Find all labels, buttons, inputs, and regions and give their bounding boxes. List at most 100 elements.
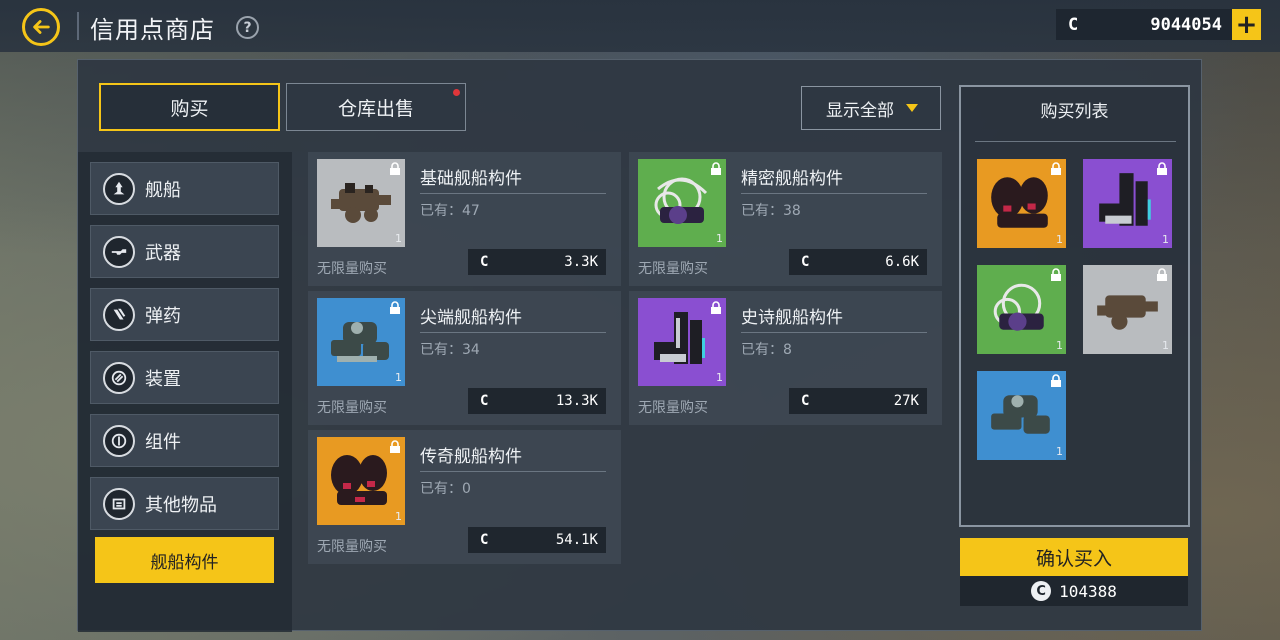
- tab-warehouse-sell[interactable]: 仓库出售: [286, 83, 466, 131]
- credit-icon: C: [1068, 14, 1079, 35]
- item-quantity: 1: [1056, 339, 1063, 352]
- back-button[interactable]: [22, 8, 60, 46]
- item-card-advanced[interactable]: 1 尖端舰船构件 已有：34 无限量购买 C 13.3K: [308, 291, 621, 425]
- credit-icon: C: [801, 254, 810, 270]
- cart-item-advanced[interactable]: 1: [977, 371, 1066, 460]
- notification-dot: [453, 89, 460, 96]
- credit-icon: C: [480, 532, 489, 548]
- item-quantity: 1: [395, 510, 402, 523]
- item-quantity: 1: [716, 232, 723, 245]
- confirm-buy-button[interactable]: 确认买入: [960, 538, 1188, 576]
- sidebar-item-misc[interactable]: 其他物品: [90, 477, 279, 530]
- category-sidebar: 舰船 武器 弹药 装置 组件 其他物品 舰船构件: [78, 152, 292, 632]
- sidebar-item-label: 组件: [145, 431, 181, 453]
- sidebar-item-ammo[interactable]: 弹药: [90, 288, 279, 341]
- price-button[interactable]: C 54.1K: [468, 527, 606, 553]
- item-thumbnail: 1: [638, 159, 726, 247]
- sidebar-item-device[interactable]: 装置: [90, 351, 279, 404]
- lock-icon: [390, 301, 400, 314]
- back-arrow-icon: [33, 20, 50, 34]
- sidebar-item-ship[interactable]: 舰船: [90, 162, 279, 215]
- tab-buy[interactable]: 购买: [99, 83, 280, 131]
- credit-icon: C: [1031, 581, 1052, 601]
- divider: [420, 332, 606, 333]
- ammo-icon: [103, 298, 135, 331]
- item-name: 史诗舰船构件: [741, 308, 843, 328]
- item-limit: 无限量购买: [317, 539, 387, 555]
- item-limit: 无限量购买: [638, 261, 708, 277]
- price-value: 13.3K: [555, 393, 598, 409]
- item-quantity: 1: [1162, 339, 1169, 352]
- cart-item-epic[interactable]: 1: [1083, 159, 1172, 248]
- weapon-icon: [103, 235, 135, 268]
- lock-icon: [1051, 162, 1061, 175]
- component-icon: [103, 424, 135, 457]
- price-button[interactable]: C 13.3K: [468, 388, 606, 414]
- divider: [975, 141, 1176, 142]
- sidebar-item-label: 武器: [145, 242, 181, 264]
- item-owned: 已有：38: [741, 203, 801, 219]
- credit-balance: C 9044054: [1056, 9, 1232, 40]
- item-card-precision[interactable]: 1 精密舰船构件 已有：38 无限量购买 C 6.6K: [629, 152, 942, 286]
- item-owned: 已有：0: [420, 481, 471, 497]
- item-name: 精密舰船构件: [741, 169, 843, 189]
- page-title: 信用点商店: [90, 16, 215, 44]
- item-card-legendary[interactable]: 1 传奇舰船构件 已有：0 无限量购买 C 54.1K: [308, 430, 621, 564]
- item-quantity: 1: [716, 371, 723, 384]
- sidebar-item-label: 装置: [145, 368, 181, 390]
- item-limit: 无限量购买: [638, 400, 708, 416]
- sidebar-item-weapon[interactable]: 武器: [90, 225, 279, 278]
- cart-item-basic[interactable]: 1: [1083, 265, 1172, 354]
- title-divider: [77, 12, 79, 40]
- item-card-epic[interactable]: 1 史诗舰船构件 已有：8 无限量购买 C 27K: [629, 291, 942, 425]
- add-credit-button[interactable]: +: [1232, 9, 1261, 40]
- misc-icon: [103, 487, 135, 520]
- ship-icon: [103, 172, 135, 205]
- sidebar-subitem-ship-parts[interactable]: 舰船构件: [95, 537, 274, 583]
- item-card-basic[interactable]: 1 基础舰船构件 已有：47 无限量购买 C 3.3K: [308, 152, 621, 286]
- tab-buy-label: 购买: [170, 97, 209, 120]
- credit-value: 9044054: [1150, 14, 1222, 35]
- item-owned: 已有：8: [741, 342, 792, 358]
- price-button[interactable]: C 27K: [789, 388, 927, 414]
- tab-warehouse-sell-label: 仓库出售: [337, 97, 414, 120]
- help-icon[interactable]: ?: [236, 16, 259, 39]
- item-quantity: 1: [1162, 233, 1169, 246]
- divider: [420, 193, 606, 194]
- item-quantity: 1: [395, 371, 402, 384]
- dropdown-arrow-icon: [906, 104, 918, 112]
- lock-icon: [1157, 162, 1167, 175]
- price-button[interactable]: C 3.3K: [468, 249, 606, 275]
- item-owned: 已有：34: [420, 342, 480, 358]
- cart-item-legendary[interactable]: 1: [977, 159, 1066, 248]
- credit-icon: C: [801, 393, 810, 409]
- item-thumbnail: 1: [638, 298, 726, 386]
- price-button[interactable]: C 6.6K: [789, 249, 927, 275]
- price-value: 6.6K: [885, 254, 919, 270]
- shop-panel: 购买 仓库出售 显示全部 舰船 武器 弹药 装置 组件 其他物品 舰船构件 1 …: [77, 59, 1202, 632]
- price-value: 54.1K: [555, 532, 598, 548]
- lock-icon: [390, 440, 400, 453]
- filter-dropdown[interactable]: 显示全部: [801, 86, 941, 130]
- divider: [420, 471, 606, 472]
- lock-icon: [711, 162, 721, 175]
- sidebar-item-label: 其他物品: [145, 494, 217, 516]
- item-owned: 已有：47: [420, 203, 480, 219]
- sidebar-item-label: 舰船: [145, 179, 181, 201]
- divider: [741, 193, 927, 194]
- price-value: 27K: [893, 393, 919, 409]
- item-limit: 无限量购买: [317, 261, 387, 277]
- lock-icon: [390, 162, 400, 175]
- item-quantity: 1: [395, 232, 402, 245]
- purchase-list: 购买列表 1 1 1 1 1: [959, 85, 1190, 527]
- top-bar: 信用点商店 ? C 9044054 +: [0, 0, 1280, 52]
- cart-item-precision[interactable]: 1: [977, 265, 1066, 354]
- divider: [741, 332, 927, 333]
- lock-icon: [1051, 374, 1061, 387]
- item-quantity: 1: [1056, 233, 1063, 246]
- item-name: 尖端舰船构件: [420, 308, 522, 328]
- lock-icon: [711, 301, 721, 314]
- total-value: 104388: [1059, 581, 1117, 601]
- sidebar-item-component[interactable]: 组件: [90, 414, 279, 467]
- purchase-list-title: 购买列表: [1040, 102, 1109, 122]
